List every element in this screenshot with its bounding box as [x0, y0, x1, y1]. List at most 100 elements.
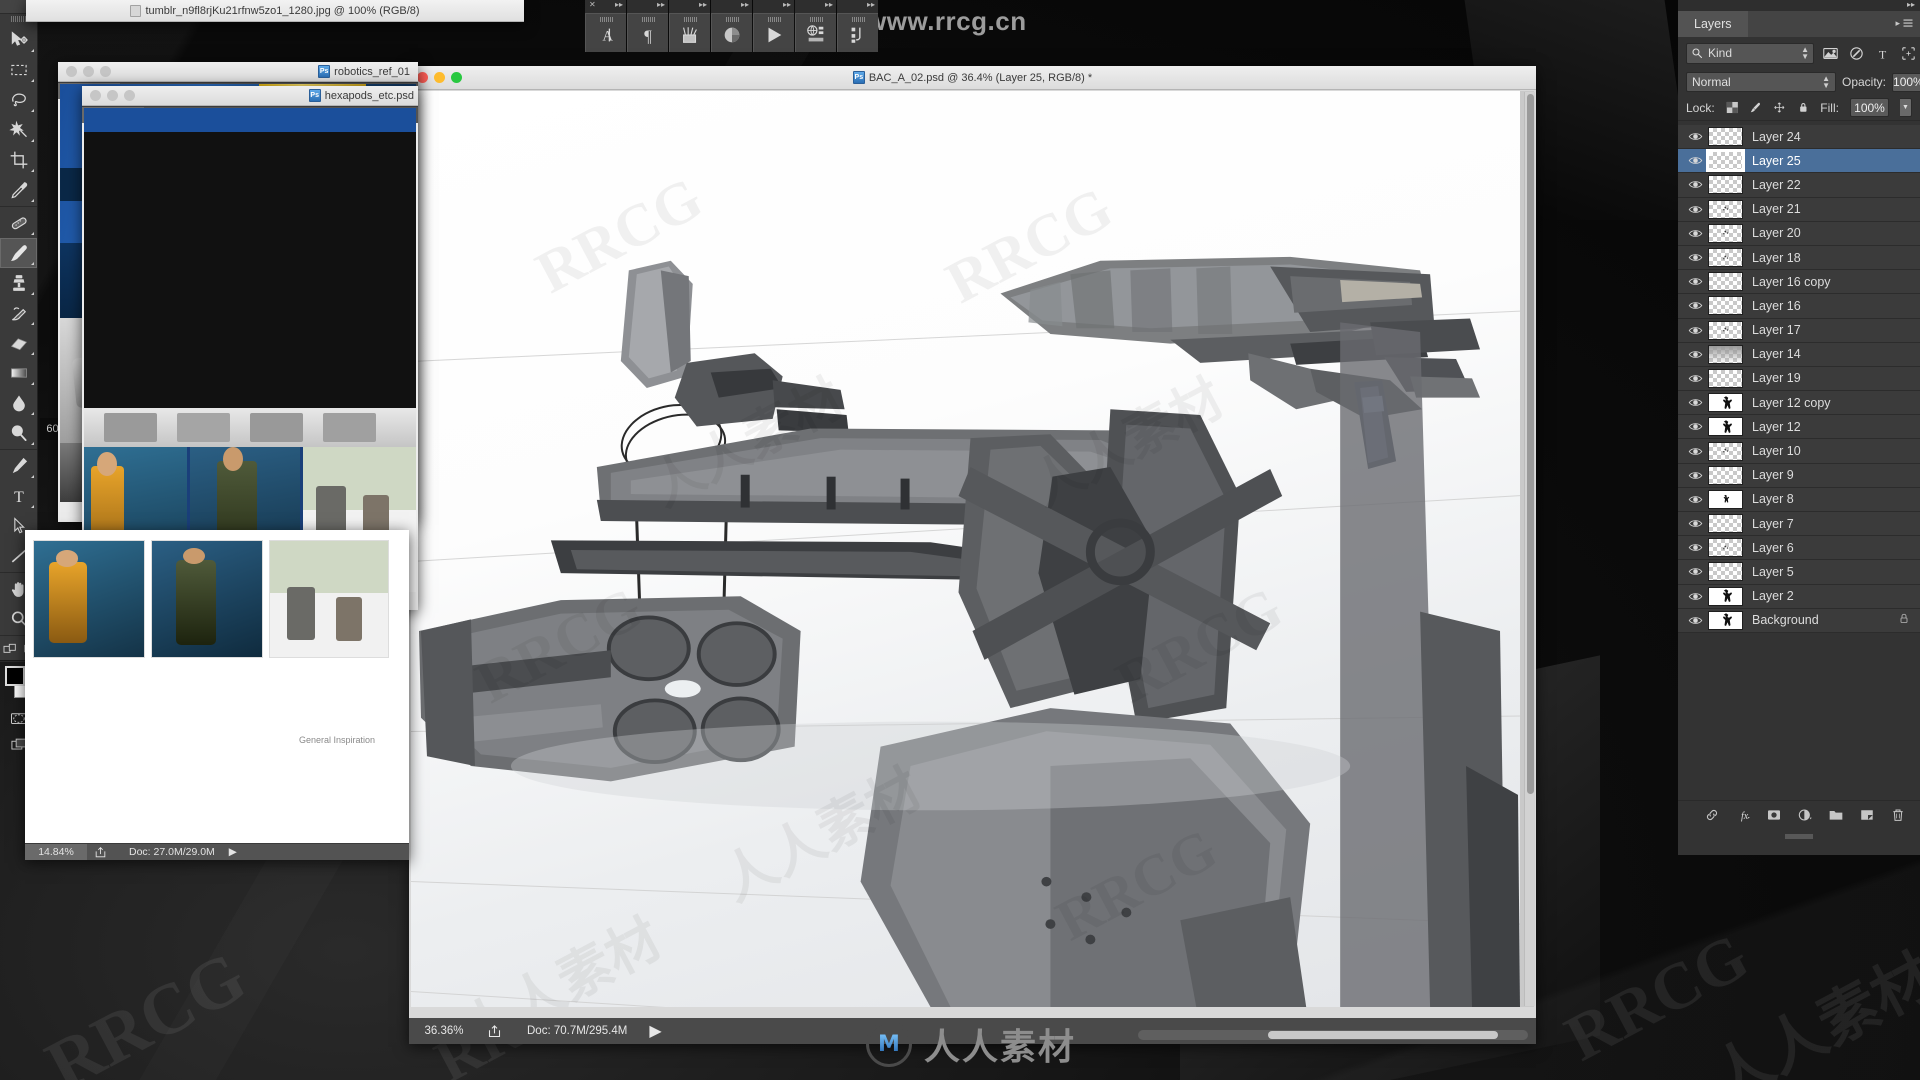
main-document-titlebar[interactable]: Ps BAC_A_02.psd @ 36.4% (Layer 25, RGB/8… [409, 66, 1536, 90]
layer-filter-row[interactable]: Kind ▲ ▼ T [1678, 37, 1920, 69]
layer-visibility-toggle[interactable] [1684, 591, 1706, 602]
minimize-button[interactable] [434, 72, 445, 83]
layer-visibility-toggle[interactable] [1684, 179, 1706, 190]
layer-visibility-toggle[interactable] [1684, 349, 1706, 360]
shape-icon[interactable] [1900, 45, 1917, 62]
window-main-document[interactable]: Ps BAC_A_02.psd @ 36.4% (Layer 25, RGB/8… [409, 66, 1536, 1044]
layer-row[interactable]: Layer 16 copy [1678, 270, 1920, 295]
layer-visibility-toggle[interactable] [1684, 155, 1706, 166]
layer-row[interactable]: Background [1678, 608, 1920, 633]
move-tool[interactable] [0, 25, 37, 55]
rectangular-marquee-tool[interactable] [0, 55, 37, 85]
layer-thumbnail[interactable] [1708, 296, 1743, 316]
layers-panel-tabrow[interactable]: Layers ▸ [1678, 11, 1920, 37]
panel-menu-icon[interactable]: ▸ [1895, 17, 1914, 29]
layer-row[interactable]: Layer 7 [1678, 512, 1920, 537]
layer-thumbnail[interactable] [1708, 175, 1743, 195]
brush-tool[interactable] [0, 238, 37, 268]
layer-visibility-toggle[interactable] [1684, 131, 1706, 142]
image-icon[interactable] [1822, 45, 1839, 62]
layer-thumbnail[interactable] [1708, 562, 1743, 582]
panel-collapse-button[interactable]: ▸▸ [1678, 0, 1920, 11]
dodge-tool[interactable] [0, 418, 37, 448]
folder-icon[interactable] [1828, 807, 1844, 823]
fx-icon[interactable]: fx [1735, 807, 1751, 823]
layers-panel-footer-buttons[interactable]: fx [1678, 800, 1920, 828]
history-brush-tool[interactable] [0, 298, 37, 328]
layer-visibility-toggle[interactable] [1684, 518, 1706, 529]
adjustment-circle-icon[interactable] [1848, 45, 1865, 62]
eyedropper-tool[interactable] [0, 175, 37, 205]
panel-resize-grip[interactable] [1785, 834, 1813, 839]
layer-row[interactable]: Layer 24 [1678, 125, 1920, 150]
clone-stamp-tool[interactable] [0, 268, 37, 298]
default-colors-icon[interactable] [2, 641, 18, 657]
character-panel-button[interactable]: ▸▸ A [585, 0, 626, 52]
canvas-vertical-scrollbar[interactable] [1524, 92, 1535, 1006]
blur-tool[interactable] [0, 388, 37, 418]
layer-row[interactable]: Layer 17 [1678, 318, 1920, 343]
layer-row[interactable]: Layer 6 [1678, 536, 1920, 561]
brush-icon[interactable] [1749, 100, 1762, 115]
fill-value[interactable]: 100% [1849, 98, 1890, 117]
foreground-color-swatch[interactable] [5, 666, 25, 686]
close-button[interactable] [417, 72, 428, 83]
layer-row[interactable]: Layer 18 [1678, 245, 1920, 271]
layer-row[interactable]: Layer 25 [1678, 149, 1920, 174]
window-tumblr[interactable]: tumblr_n9fl8rjKu21rfnw5zo1_1280.jpg @ 10… [26, 0, 524, 22]
blend-mode-select[interactable]: Normal ▲ ▼ [1686, 72, 1836, 92]
zoom-button[interactable] [100, 66, 111, 77]
layer-thumbnail[interactable] [1706, 149, 1745, 173]
layer-thumbnail[interactable] [1708, 344, 1743, 364]
layer-visibility-toggle[interactable] [1684, 397, 1706, 408]
expand-arrow-icon[interactable]: ▸▸ [585, 0, 626, 13]
layer-thumbnail[interactable] [1708, 417, 1743, 437]
layer-visibility-toggle[interactable] [1684, 566, 1706, 577]
healing-brush-tool[interactable] [0, 208, 37, 238]
canvas-horizontal-scrollbar[interactable] [1138, 1030, 1528, 1040]
layer-thumbnail[interactable] [1708, 248, 1743, 268]
layer-list[interactable]: Layer 24 Layer 25 Layer 22 Layer 21 Layer 20… [1678, 125, 1920, 800]
layer-thumbnail[interactable] [1708, 223, 1743, 243]
close-button[interactable] [90, 90, 101, 101]
window-robotics-ref-titlebar[interactable]: Ps robotics_ref_01 [58, 62, 418, 82]
layer-visibility-toggle[interactable] [1684, 252, 1706, 263]
lock-icon[interactable] [1797, 100, 1810, 115]
layer-thumbnail[interactable] [1708, 514, 1743, 534]
pen-tool[interactable] [0, 451, 37, 481]
fill-dropdown-arrow-icon[interactable]: ▼ [1900, 98, 1912, 117]
board-thumbnail[interactable] [151, 540, 263, 658]
layer-visibility-toggle[interactable] [1684, 446, 1706, 457]
layer-visibility-toggle[interactable] [1684, 276, 1706, 287]
window-tumblr-titlebar[interactable]: tumblr_n9fl8rjKu21rfnw5zo1_1280.jpg @ 10… [26, 0, 524, 22]
zoom-button[interactable] [124, 90, 135, 101]
canvas-horizontal-scroll-thumb[interactable] [1268, 1031, 1498, 1039]
zoom-level[interactable]: 14.84% [25, 844, 87, 860]
layer-thumbnail[interactable] [1708, 610, 1743, 630]
link-icon[interactable] [1704, 807, 1720, 823]
layer-thumbnail[interactable] [1708, 127, 1743, 147]
layer-thumbnail[interactable] [1708, 538, 1743, 558]
minimize-button[interactable] [83, 66, 94, 77]
lasso-tool[interactable] [0, 85, 37, 115]
opacity-value[interactable]: 100% [1892, 72, 1920, 92]
zoom-level[interactable]: 36.36% [409, 1025, 479, 1037]
layer-row[interactable]: Layer 10 [1678, 439, 1920, 464]
layer-thumbnail[interactable] [1708, 586, 1743, 606]
layer-filter-kind-select[interactable]: Kind ▲ ▼ [1686, 42, 1814, 64]
layer-row[interactable]: Layer 12 [1678, 415, 1920, 440]
layer-row[interactable]: Layer 2 [1678, 584, 1920, 609]
layer-visibility-toggle[interactable] [1684, 421, 1706, 432]
status-menu-arrow-icon[interactable]: ▶ [229, 846, 237, 858]
zoom-button[interactable] [451, 72, 462, 83]
type-T-icon[interactable]: T [1874, 45, 1891, 62]
blend-mode-row[interactable]: Normal ▲▼ Opacity: 100% ▼ [1678, 69, 1920, 95]
layer-row[interactable]: Layer 16 [1678, 294, 1920, 319]
layer-visibility-toggle[interactable] [1684, 325, 1706, 336]
layer-filter-type-buttons[interactable]: T [1822, 45, 1920, 62]
eraser-tool[interactable] [0, 328, 37, 358]
half-circle-icon[interactable] [1797, 807, 1813, 823]
layer-thumbnail[interactable] [1708, 199, 1743, 219]
layer-thumbnail[interactable] [1708, 368, 1743, 388]
new-layer-icon[interactable] [1859, 807, 1875, 823]
